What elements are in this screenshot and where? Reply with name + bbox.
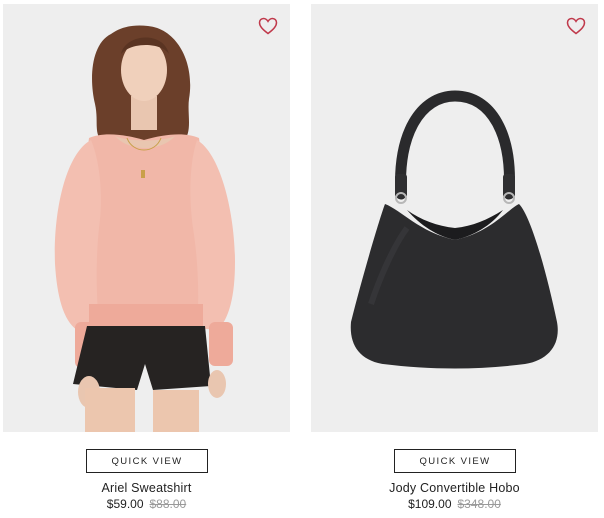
model-photo — [54, 25, 235, 432]
bag-photo — [350, 90, 558, 369]
original-price: $348.00 — [457, 497, 501, 511]
price-line: $109.00 $348.00 — [311, 497, 598, 511]
quick-view-button[interactable]: QUICK VIEW — [86, 449, 208, 473]
product-card-ariel-sweatshirt[interactable]: QUICK VIEW Ariel Sweatshirt $59.00 $88.00 — [3, 0, 290, 518]
original-price: $88.00 — [149, 497, 187, 511]
product-image[interactable] — [311, 4, 598, 432]
quick-view-button[interactable]: QUICK VIEW — [394, 449, 516, 473]
wishlist-heart-icon[interactable] — [566, 17, 586, 35]
sale-price: $109.00 — [408, 497, 452, 511]
product-card-jody-convertible-hobo[interactable]: QUICK VIEW Jody Convertible Hobo $109.00… — [311, 0, 598, 518]
wishlist-heart-icon[interactable] — [258, 17, 278, 35]
product-image[interactable] — [3, 4, 290, 432]
product-name[interactable]: Ariel Sweatshirt — [3, 481, 290, 495]
price-line: $59.00 $88.00 — [3, 497, 290, 511]
sale-price: $59.00 — [106, 497, 144, 511]
product-name[interactable]: Jody Convertible Hobo — [311, 481, 598, 495]
